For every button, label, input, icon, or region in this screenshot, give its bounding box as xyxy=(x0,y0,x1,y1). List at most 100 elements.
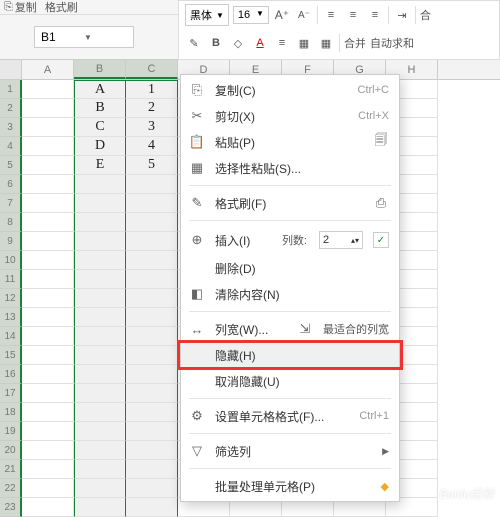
cell[interactable] xyxy=(74,213,126,232)
cell[interactable] xyxy=(22,251,74,270)
row-header[interactable]: 19 xyxy=(0,422,22,441)
best-fit-label[interactable]: 最适合的列宽 xyxy=(323,321,389,337)
cell[interactable] xyxy=(74,270,126,289)
cell[interactable] xyxy=(74,498,126,517)
fill-color-icon[interactable]: ◇ xyxy=(229,34,247,52)
row-header[interactable]: 1 xyxy=(0,80,22,99)
cell[interactable] xyxy=(74,346,126,365)
row-header[interactable]: 5 xyxy=(0,156,22,175)
cell[interactable]: E xyxy=(74,156,126,175)
cell[interactable] xyxy=(126,175,178,194)
indent-icon[interactable]: ⇥ xyxy=(393,6,411,24)
chevron-down-icon[interactable]: ▼ xyxy=(84,33,127,42)
format-painter-icon[interactable]: ✎ xyxy=(185,34,203,52)
cell[interactable]: 2 xyxy=(126,99,178,118)
row-header[interactable]: 21 xyxy=(0,460,22,479)
cell[interactable] xyxy=(22,327,74,346)
merge-button[interactable]: 合并 xyxy=(344,35,366,51)
cell[interactable] xyxy=(74,365,126,384)
decrease-font-icon[interactable]: A⁻ xyxy=(295,6,313,24)
menu-cut[interactable]: ✂ 剪切(X) Ctrl+X xyxy=(181,103,399,129)
row-header[interactable]: 8 xyxy=(0,213,22,232)
cell[interactable] xyxy=(126,251,178,270)
cell[interactable] xyxy=(74,403,126,422)
menu-col-width[interactable]: ↔ 列宽(W)... ⇲ 最适合的列宽 xyxy=(181,316,399,342)
cell[interactable] xyxy=(126,498,178,517)
cell[interactable] xyxy=(22,137,74,156)
border2-icon[interactable]: ▦ xyxy=(317,34,335,52)
cell[interactable] xyxy=(126,384,178,403)
font-size-select[interactable]: 16▼ xyxy=(233,6,269,24)
cell[interactable] xyxy=(74,194,126,213)
row-header[interactable]: 12 xyxy=(0,289,22,308)
row-header[interactable]: 6 xyxy=(0,175,22,194)
cell[interactable] xyxy=(74,384,126,403)
cell[interactable] xyxy=(74,232,126,251)
cell[interactable] xyxy=(22,289,74,308)
cell[interactable] xyxy=(126,232,178,251)
menu-hide[interactable]: 隐藏(H) xyxy=(181,342,399,368)
row-header[interactable]: 23 xyxy=(0,498,22,517)
menu-batch[interactable]: 批量处理单元格(P) ◆ xyxy=(181,473,399,499)
cell[interactable] xyxy=(22,384,74,403)
copy-button[interactable]: ⎘ 复制 xyxy=(4,0,37,15)
cell[interactable] xyxy=(126,270,178,289)
cell[interactable]: 1 xyxy=(126,80,178,99)
bold-icon[interactable]: B xyxy=(207,34,225,52)
menu-copy[interactable]: ⎘ 复制(C) Ctrl+C xyxy=(181,77,399,103)
autosum-button[interactable]: 自动求和 xyxy=(370,35,414,51)
menu-format-cells[interactable]: ⚙ 设置单元格格式(F)... Ctrl+1 xyxy=(181,403,399,429)
cell[interactable] xyxy=(126,327,178,346)
insert-go-button[interactable]: ✓ xyxy=(373,232,389,248)
border-icon[interactable]: ▦ xyxy=(295,34,313,52)
row-header[interactable]: 22 xyxy=(0,479,22,498)
cell[interactable] xyxy=(126,308,178,327)
cell[interactable] xyxy=(22,156,74,175)
menu-delete[interactable]: 删除(D) xyxy=(181,255,399,281)
cell[interactable] xyxy=(74,441,126,460)
cell[interactable] xyxy=(22,270,74,289)
cell[interactable]: 5 xyxy=(126,156,178,175)
row-header[interactable]: 17 xyxy=(0,384,22,403)
menu-format-painter[interactable]: ✎ 格式刷(F) ⎙ xyxy=(181,190,399,216)
cell[interactable] xyxy=(22,460,74,479)
menu-paste[interactable]: 📋 粘贴(P) 🗐 xyxy=(181,129,399,155)
row-header[interactable]: 10 xyxy=(0,251,22,270)
cell[interactable] xyxy=(22,346,74,365)
align-icon[interactable]: ≡ xyxy=(273,34,291,52)
cell[interactable]: A xyxy=(74,80,126,99)
cell[interactable] xyxy=(74,175,126,194)
increase-font-icon[interactable]: A⁺ xyxy=(273,6,291,24)
row-header[interactable]: 11 xyxy=(0,270,22,289)
menu-insert[interactable]: ⊕ 插入(I) 列数: 2▴▾ ✓ xyxy=(181,225,399,255)
row-header[interactable]: 2 xyxy=(0,99,22,118)
cell[interactable]: D xyxy=(74,137,126,156)
row-header[interactable]: 16 xyxy=(0,365,22,384)
cell[interactable] xyxy=(22,232,74,251)
menu-unhide[interactable]: 取消隐藏(U) xyxy=(181,368,399,394)
col-header-B[interactable]: B xyxy=(74,60,126,79)
cell[interactable] xyxy=(74,327,126,346)
cell[interactable] xyxy=(126,289,178,308)
cell[interactable] xyxy=(74,479,126,498)
menu-filter[interactable]: ▽ 筛选列 ▶ xyxy=(181,438,399,464)
row-header[interactable]: 14 xyxy=(0,327,22,346)
row-header[interactable]: 13 xyxy=(0,308,22,327)
cell[interactable] xyxy=(22,365,74,384)
menu-paste-special[interactable]: ▦ 选择性粘贴(S)... xyxy=(181,155,399,181)
cell[interactable] xyxy=(22,422,74,441)
cell[interactable] xyxy=(126,346,178,365)
cell[interactable]: 3 xyxy=(126,118,178,137)
row-header[interactable]: 9 xyxy=(0,232,22,251)
cell[interactable] xyxy=(126,441,178,460)
cell[interactable]: 4 xyxy=(126,137,178,156)
cell[interactable] xyxy=(126,365,178,384)
cell[interactable] xyxy=(74,422,126,441)
cell[interactable]: C xyxy=(74,118,126,137)
cell[interactable] xyxy=(22,498,74,517)
align-left-icon[interactable]: ≡ xyxy=(322,6,340,24)
font-name-select[interactable]: 黑体 ▼ xyxy=(185,4,229,26)
cell[interactable] xyxy=(74,251,126,270)
cell[interactable] xyxy=(74,460,126,479)
cell[interactable] xyxy=(74,289,126,308)
